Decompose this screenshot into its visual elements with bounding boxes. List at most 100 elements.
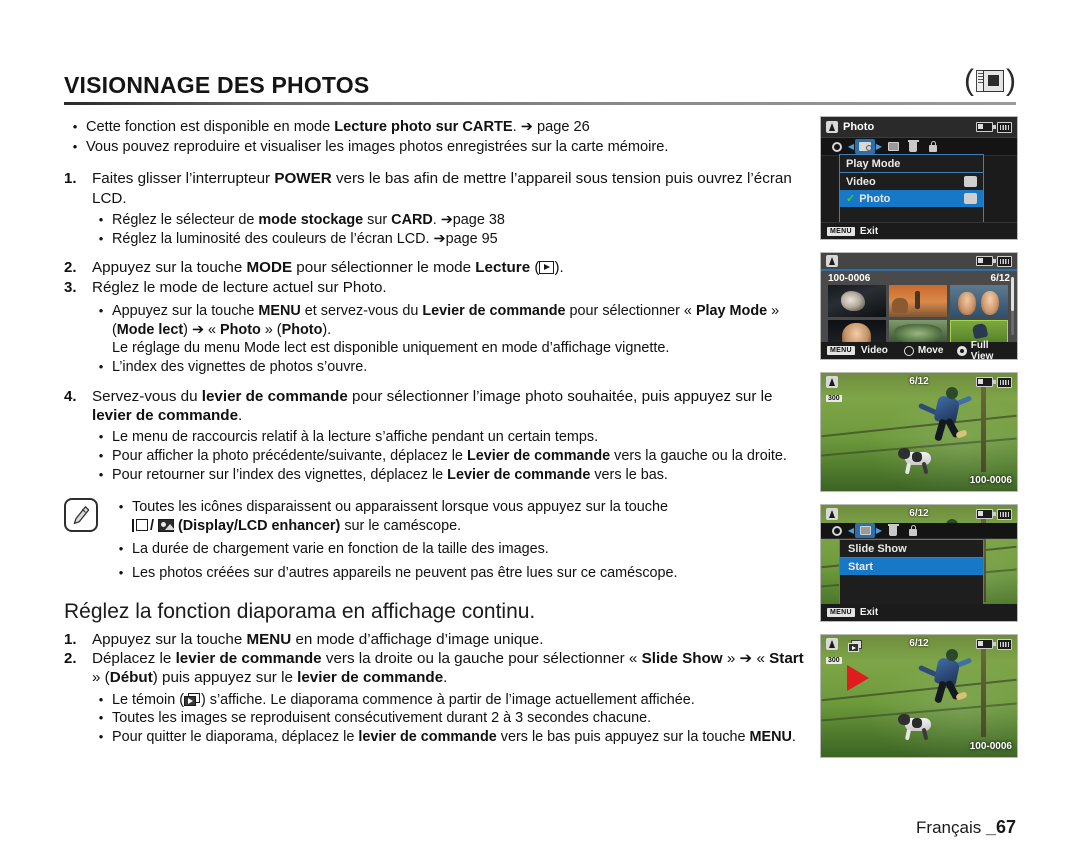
paren-close: ): [1006, 64, 1016, 97]
bullet-dot: •: [98, 466, 104, 482]
display-button-icon: [132, 518, 150, 532]
menu-header: Slide Show: [840, 540, 983, 558]
tab-protect[interactable]: [903, 523, 923, 538]
section2-sublist: • Le témoin () s’affiche. Le diaporama c…: [90, 691, 812, 747]
check-icon: ✓: [846, 193, 856, 205]
text-seg: vers le bas puis appuyez sur la touche: [496, 729, 750, 746]
screen2-statusbar: [821, 253, 1017, 271]
menu-item-photo-left: ✓ Photo: [846, 192, 891, 206]
screen1-bottombar: MENU Exit: [821, 222, 1017, 239]
menu-item-photo-label: Photo: [859, 192, 891, 205]
text-seg: ).: [554, 259, 564, 277]
text-seg-bold: MODE: [246, 259, 293, 277]
runner-figure: [917, 385, 974, 449]
text-seg: sur: [363, 212, 392, 228]
text-seg-bold: levier de commande: [297, 669, 444, 687]
menu-item-start[interactable]: Start: [840, 558, 983, 575]
thumbnail-item[interactable]: [828, 285, 886, 317]
page-title: VISIONNAGE DES PHOTOS: [64, 72, 370, 98]
screen4-tabbar: ◀ ▶: [821, 523, 1017, 539]
tab-right-arrow-icon[interactable]: ▶: [875, 142, 883, 151]
bullet-dot: •: [118, 541, 124, 557]
fullview-label: Full View: [970, 339, 994, 360]
image-counter: 6/12: [990, 273, 1010, 284]
battery-icon: [976, 122, 996, 132]
note-item-1: • Toutes les icônes disparaissent ou app…: [110, 498, 812, 535]
section2-step-2-text: Déplacez le levier de commande vers la d…: [92, 649, 812, 688]
text-seg: pour sélectionner l’image photo souhaité…: [347, 387, 773, 405]
gear-icon: [832, 525, 842, 536]
tab-settings[interactable]: [827, 139, 847, 154]
text-seg: Cette fonction est disponible en mode: [86, 119, 335, 135]
menu-button-badge[interactable]: MENU: [827, 226, 855, 236]
tab-delete[interactable]: [903, 139, 923, 154]
file-number: 100-0006: [828, 273, 871, 284]
tab-delete[interactable]: [883, 523, 903, 538]
text-seg-bold: mode stockage: [258, 212, 364, 228]
text-seg: Servez-vous du: [92, 387, 202, 405]
text-seg-bold: Mode lect: [116, 321, 184, 338]
playback-mode-icon: [539, 261, 555, 275]
step-1-sub-2: • Réglez la luminosité des couleurs de l…: [90, 230, 812, 249]
thumbnail-item[interactable]: [889, 285, 947, 317]
menu-item-photo[interactable]: ✓ Photo: [840, 190, 983, 207]
step-3-sub-2: • L’index des vignettes de photos s’ouvr…: [90, 358, 812, 377]
step-1-sub-2-text: Réglez la luminosité des couleurs de l’é…: [112, 230, 498, 247]
tab-left-arrow-icon[interactable]: ◀: [847, 526, 855, 535]
text-seg: pour sélectionner «: [565, 303, 696, 320]
screen1-title: Photo: [843, 121, 875, 133]
menu-header: Play Mode: [840, 155, 983, 173]
lock-icon: [929, 140, 937, 152]
step-4-number: 4.: [64, 387, 77, 405]
text-seg: ) ➔ «: [183, 321, 221, 338]
text-seg-bold: Levier de commande: [422, 303, 566, 320]
step-1-sub-1: • Réglez le sélecteur de mode stockage s…: [90, 211, 812, 230]
tab-left-arrow-icon[interactable]: ◀: [847, 142, 855, 151]
text-seg-bold: levier de commande: [175, 650, 322, 668]
menu-item-video[interactable]: Video: [840, 173, 983, 190]
scrollbar[interactable]: [1011, 277, 1014, 335]
text-seg: ).: [322, 321, 332, 338]
text-seg: .: [238, 406, 243, 424]
ok-button-icon: [957, 345, 967, 356]
text-seg-bold: Lecture photo sur CARTE: [334, 119, 513, 135]
tab-protect[interactable]: [923, 139, 943, 154]
step-4-sub-1: • Le menu de raccourcis relatif à la lec…: [90, 428, 812, 447]
screen1-status-right: [976, 121, 1012, 133]
text-seg: .: [791, 729, 796, 746]
text-seg-bold: levier de commande: [358, 729, 497, 746]
file-number: 100-0006: [969, 475, 1012, 486]
lcd-enhancer-icon: [158, 518, 175, 532]
text-seg: Pour retourner sur l’index des vignettes…: [112, 466, 448, 483]
manual-content: • Cette fonction est disponible en mode …: [64, 118, 812, 747]
resolution-badge: 300: [826, 657, 842, 664]
menu-button-badge[interactable]: MENU: [827, 346, 855, 355]
move-label: Move: [917, 345, 944, 356]
step-2: 2. Appuyez sur la touche MODE pour sélec…: [64, 258, 812, 278]
bullet-dot: •: [118, 564, 124, 580]
tab-play-mode[interactable]: [855, 139, 875, 154]
tab-settings[interactable]: [827, 523, 847, 538]
section2-sub-1-text: Le témoin () s’affiche. Le diaporama com…: [112, 691, 812, 710]
menu-button-badge[interactable]: MENU: [827, 608, 855, 617]
note-item-3: • Les photos créées sur d’autres apparei…: [110, 564, 812, 583]
text-seg-bold: Photo: [220, 321, 261, 338]
thumbnail-item[interactable]: [950, 285, 1008, 317]
tab-slideshow[interactable]: [883, 139, 903, 154]
image-counter: 6/12: [909, 508, 929, 519]
tab-slideshow[interactable]: [855, 523, 875, 538]
text-seg: en mode d’affichage d’image unique.: [291, 630, 544, 648]
text-seg-bold: MENU: [749, 729, 792, 746]
text-seg: » (: [260, 321, 282, 338]
header-rule: [64, 102, 1016, 105]
bullet-dot: •: [72, 119, 78, 134]
menu-item-video-label: Video: [846, 175, 876, 188]
page-footer: Français _67: [916, 817, 1016, 838]
bullet-dot: •: [98, 691, 104, 707]
section2-sub-2-text: Toutes les images se reproduisent conséc…: [112, 710, 652, 727]
section2-sub-1: • Le témoin () s’affiche. Le diaporama c…: [90, 691, 812, 710]
file-number: 100-0006: [969, 741, 1012, 752]
step-1-sub-1-text: Réglez le sélecteur de mode stockage sur…: [112, 211, 812, 230]
tab-right-arrow-icon[interactable]: ▶: [875, 526, 883, 535]
text-seg-bold: levier de commande: [201, 387, 348, 405]
